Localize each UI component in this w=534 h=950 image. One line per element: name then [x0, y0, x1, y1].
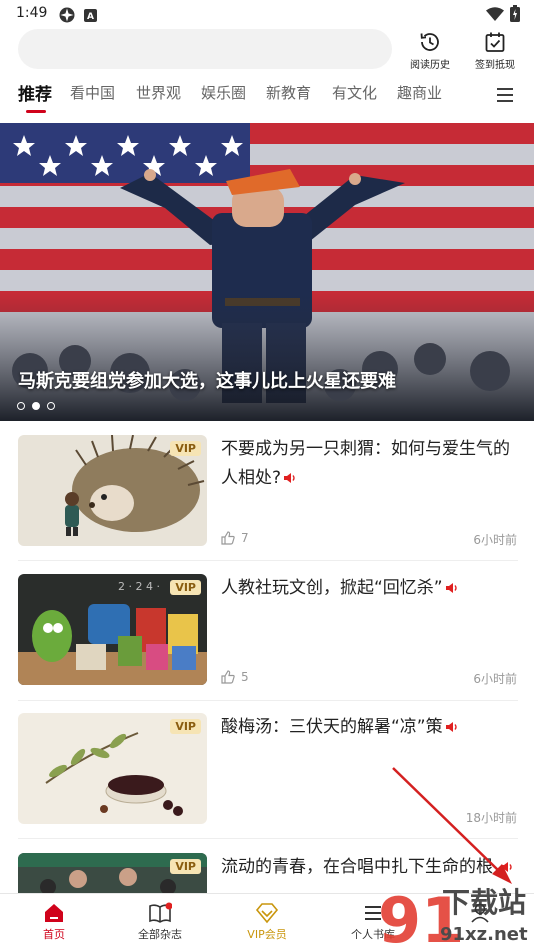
tab-china[interactable]: 看中国	[70, 82, 115, 103]
checkin-button[interactable]: 签到抵现	[465, 30, 525, 71]
watermark-logo: 91 下载站 91xz.net	[378, 884, 528, 950]
search-input[interactable]	[18, 29, 392, 69]
hero-banner[interactable]: 马斯克要组党参加大选，这事儿比上火星还要难	[0, 123, 534, 421]
like-count: 5	[241, 670, 249, 684]
nav-home[interactable]: 首页	[14, 902, 94, 942]
watermark-url: 91xz.net	[440, 924, 528, 945]
status-bar: 1:49 A	[0, 0, 534, 28]
vip-badge: VIP	[170, 580, 201, 595]
carousel-dot-active[interactable]	[32, 402, 40, 410]
nav-vip-label: VIP会员	[247, 928, 287, 941]
article-item[interactable]: VIP 不要成为另一只刺猬：如何与爱生气的人相处? 7 6小时前	[18, 435, 518, 547]
audio-speaker-icon[interactable]	[445, 721, 459, 733]
article-thumbnail: VIP	[18, 435, 207, 546]
divider	[18, 560, 518, 561]
carousel-indicator	[17, 402, 55, 410]
app-notification-icon	[59, 7, 75, 23]
carousel-dot[interactable]	[17, 402, 25, 410]
vip-badge: VIP	[170, 719, 201, 734]
article-item[interactable]: 2 · 2 4 · VIP 人教社玩文创，掀起“回忆杀” 5 6小时前	[18, 574, 518, 686]
thumbs-up-icon[interactable]	[221, 670, 235, 684]
vip-badge: VIP	[170, 859, 201, 874]
divider	[18, 838, 518, 839]
notification-a-icon: A	[84, 8, 97, 22]
reading-history-label: 阅读历史	[410, 60, 450, 71]
watermark-title: 下载站	[442, 886, 526, 919]
open-book-icon	[149, 902, 172, 923]
vip-badge: VIP	[170, 441, 201, 456]
category-tabs: 推荐 看中国 世界观 娱乐圈 新教育 有文化 趣商业	[0, 80, 534, 116]
article-thumbnail: 2 · 2 4 · VIP	[18, 574, 207, 685]
nav-magazines[interactable]: 全部杂志	[120, 902, 200, 942]
tab-culture[interactable]: 有文化	[332, 82, 377, 103]
nav-vip[interactable]: VIP会员	[227, 902, 307, 942]
article-title: 不要成为另一只刺猬：如何与爱生气的人相处?	[221, 439, 510, 488]
article-thumbnail: VIP	[18, 713, 207, 824]
article-meta: 5 6小时前	[221, 670, 517, 686]
svg-text:2 · 2 4 ·: 2 · 2 4 ·	[118, 580, 160, 593]
nav-magazines-label: 全部杂志	[138, 928, 182, 941]
checkin-label: 签到抵现	[475, 60, 515, 71]
article-title: 人教社玩文创，掀起“回忆杀”	[221, 578, 443, 598]
calendar-check-icon	[485, 32, 505, 52]
article-meta: 18小时前	[221, 809, 517, 825]
status-time: 1:49	[16, 5, 48, 21]
reading-history-button[interactable]: 阅读历史	[400, 30, 460, 71]
article-item[interactable]: VIP 酸梅汤：三伏天的解暑“凉”策 18小时前	[18, 713, 518, 825]
hero-title: 马斯克要组党参加大选，这事儿比上火星还要难	[18, 371, 396, 392]
article-title: 酸梅汤：三伏天的解暑“凉”策	[221, 717, 443, 737]
tab-recommended[interactable]: 推荐	[18, 80, 52, 105]
history-clock-icon	[420, 33, 439, 51]
battery-icon	[510, 5, 520, 22]
wifi-icon	[486, 6, 504, 21]
tab-entertainment[interactable]: 娱乐圈	[201, 82, 246, 103]
svg-text:A: A	[87, 12, 94, 22]
active-tab-indicator	[26, 110, 46, 113]
menu-icon[interactable]	[496, 86, 514, 104]
like-count: 7	[241, 531, 249, 545]
article-thumbnail: VIP	[18, 853, 207, 893]
diamond-icon	[255, 903, 279, 924]
tab-world[interactable]: 世界观	[136, 82, 181, 103]
publish-time: 18小时前	[465, 811, 517, 825]
carousel-dot[interactable]	[47, 402, 55, 410]
home-icon	[45, 904, 63, 922]
audio-speaker-icon[interactable]	[445, 582, 459, 594]
nav-home-label: 首页	[43, 928, 65, 941]
tab-business[interactable]: 趣商业	[397, 82, 442, 103]
site-watermark: 91 下载站 91xz.net	[374, 862, 534, 950]
divider	[18, 700, 518, 701]
publish-time: 6小时前	[473, 672, 517, 686]
tab-education[interactable]: 新教育	[266, 82, 311, 103]
article-meta: 7 6小时前	[221, 531, 517, 547]
audio-speaker-icon[interactable]	[283, 472, 297, 484]
thumbs-up-icon[interactable]	[221, 531, 235, 545]
publish-time: 6小时前	[473, 533, 517, 547]
